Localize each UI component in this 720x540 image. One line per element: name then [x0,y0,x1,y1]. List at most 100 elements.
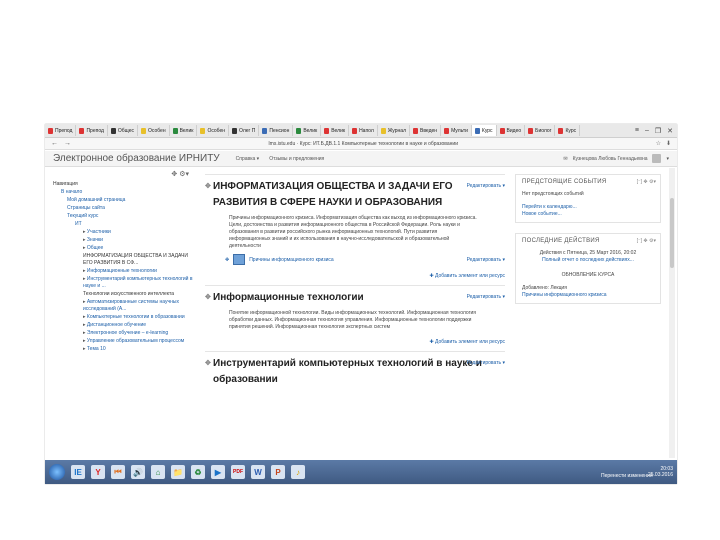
add-activity-link[interactable]: ✚ Добавить элемент или ресурс [205,339,505,345]
nav-tree-item[interactable]: Управление образовательным процессом [53,338,193,345]
block-controls[interactable]: [⁻] ✥ ⚙▾ [637,238,656,244]
bookmark-icon[interactable]: ☆ [656,140,661,147]
taskbar-app-icon[interactable]: P [271,465,285,479]
activity-item[interactable]: ✥ Причины информационного кризиса Редакт… [225,254,505,265]
taskbar: IE Y ⏮ 🔊 ⌂ 📁 ♻ ▶ PDF W P ♪ 20:03 25.03.2… [45,460,677,484]
nav-tree-item[interactable]: Технологии искусственного интеллекта [53,291,193,298]
nav-tree-item[interactable]: Страницы сайта [53,205,193,212]
taskbar-app-icon[interactable]: W [251,465,265,479]
site-brand[interactable]: Электронное образование ИРНИТУ [53,153,220,164]
new-event-link[interactable]: Новое событие... [522,211,654,218]
download-icon[interactable]: ⬇ [666,140,671,147]
browser-tab[interactable]: Особен [197,125,230,136]
topic-summary: Причины информационного кризиса. Информа… [229,215,477,249]
move-icon[interactable]: ✥ [225,257,229,263]
nav-tree-item[interactable]: Участники [53,229,193,236]
start-button[interactable] [49,464,65,480]
full-report-link[interactable]: Полный отчет о последних действиях... [522,257,654,264]
nav-tree-item[interactable]: Электронное обучение – e-learning [53,330,193,337]
nav-tree-item[interactable]: Значки [53,237,193,244]
activity-edit-menu[interactable]: Редактировать ▾ [467,257,505,263]
taskbar-app-icon[interactable]: 📁 [171,465,185,479]
browser-tab[interactable]: Велик [293,125,322,136]
taskbar-app-icon[interactable]: Y [91,465,105,479]
chevron-down-icon[interactable]: ▾ [666,156,669,162]
nav-tree-item[interactable]: Тема 10 [53,346,193,353]
nav-tree-item[interactable]: Инструментарий компьютерных технологий в… [53,276,193,290]
user-name[interactable]: Кузнецова Любовь Геннадьевна [573,156,648,162]
tab-favicon-icon [558,127,564,134]
forward-arrow-icon[interactable]: → [64,140,71,147]
browser-tab[interactable]: Журнал [378,125,410,136]
window-controls: ≡ – ❐ ✕ [635,127,677,135]
nav-tree-item[interactable]: ИТ [53,221,193,228]
browser-tab[interactable]: Мульти [441,125,472,136]
edit-menu[interactable]: Редактировать ▾ [467,294,505,300]
help-menu[interactable]: Справка ▾ [236,156,260,162]
browser-tab[interactable]: Курс [555,125,581,136]
tab-favicon-icon [499,127,505,134]
messages-icon[interactable]: ✉ [563,156,567,162]
topic-title: Информационные технологии [205,290,505,306]
navigation-tree: Навигация В начало Мой домашний страница Ст… [53,181,193,353]
taskbar-app-icon[interactable]: 🔊 [131,465,145,479]
user-menu[interactable]: ✉ Кузнецова Любовь Геннадьевна ▾ [563,154,669,163]
browser-tab[interactable]: Видео [497,125,526,136]
taskbar-app-icon[interactable]: ♪ [291,465,305,479]
scrollbar-thumb[interactable] [670,198,674,268]
browser-tab[interactable]: Напол [349,125,378,136]
edit-menu[interactable]: Редактировать ▾ [467,360,505,366]
browser-tab[interactable]: Олег П [229,125,260,136]
page-scrollbar[interactable] [669,168,675,458]
nav-tree-item[interactable]: Навигация [53,181,193,188]
block-controls[interactable]: [⁻] ✥ ⚙▾ [637,179,656,185]
taskbar-app-icon[interactable]: ♻ [191,465,205,479]
nav-tree-item[interactable]: Текущий курс [53,213,193,220]
nav-tree-item[interactable]: ИНФОРМАТИЗАЦИЯ ОБЩЕСТВА И ЗАДАЧИ ЕГО РАЗ… [53,253,193,267]
browser-tab[interactable]: Особен [138,125,170,136]
browser-tab[interactable]: Велик [321,125,350,136]
nav-tree-item[interactable]: Автоматизированные системы научных иссле… [53,299,193,313]
nav-tree-item[interactable]: Информационные технологии [53,268,193,275]
edit-menu[interactable]: Редактировать ▾ [467,183,505,189]
block-title: ПОСЛЕДНИЕ ДЕЙСТВИЯ [522,238,600,244]
close-icon[interactable]: ✕ [667,127,673,135]
header-menu: Справка ▾ Отзывы и предложения [236,156,325,162]
taskbar-app-icon[interactable]: ⏮ [111,465,125,479]
tab-label: Журнал [387,127,406,134]
menu-icon[interactable]: ≡ [635,127,639,135]
activity-link[interactable]: Причины информационного кризиса [249,257,334,263]
browser-tab[interactable]: Общес [108,125,138,136]
nav-tree-item[interactable]: Компьютерные технологии в образовании [53,314,193,321]
taskbar-app-icon[interactable]: ▶ [211,465,225,479]
browser-tab[interactable]: Препод [76,125,108,136]
nav-tree-item[interactable]: Мой домашний страница [53,197,193,204]
add-activity-link[interactable]: ✚ Добавить элемент или ресурс [205,273,505,279]
maximize-icon[interactable]: ❐ [655,127,661,135]
url-field[interactable]: lms.istu.edu · Курс: ИТ.Б.ДВ.1.1 Компьют… [77,141,650,147]
back-arrow-icon[interactable]: ← [51,140,58,147]
taskbar-app-icon[interactable]: PDF [231,465,245,479]
taskbar-app-icon[interactable]: IE [71,465,85,479]
taskbar-app-icon[interactable]: ⌂ [151,465,165,479]
upcoming-events-block: ПРЕДСТОЯЩИЕ СОБЫТИЯ [⁻] ✥ ⚙▾ Нет предсто… [515,174,661,223]
minimize-icon[interactable]: – [645,127,649,135]
add-activity-label: Добавить элемент или ресурс [435,339,505,345]
block-controls[interactable]: ✥ ⚙▾ [53,168,193,180]
tab-label: Велик [179,127,194,134]
browser-tab[interactable]: Препод [45,125,77,136]
avatar[interactable] [652,154,662,163]
tab-favicon-icon [444,127,450,134]
nav-tree-item[interactable]: В начало [53,189,193,196]
nav-tree-item[interactable]: Дистанционное обучение [53,322,193,329]
browser-tab[interactable]: Введен [410,125,442,136]
feedback-link[interactable]: Отзывы и предложения [269,156,324,162]
added-item-link[interactable]: Причины информационного кризиса [522,292,654,299]
browser-tab-active[interactable]: Курс [471,125,497,136]
calendar-link[interactable]: Перейти к календарю... [522,204,654,211]
browser-tab[interactable]: Велик [170,125,198,136]
browser-tab[interactable]: Биолог [525,125,556,136]
nav-tree-item[interactable]: Общее [53,245,193,252]
tray-notification[interactable]: Перенести изменения [601,473,653,479]
browser-tab[interactable]: Пенсион [259,125,294,136]
